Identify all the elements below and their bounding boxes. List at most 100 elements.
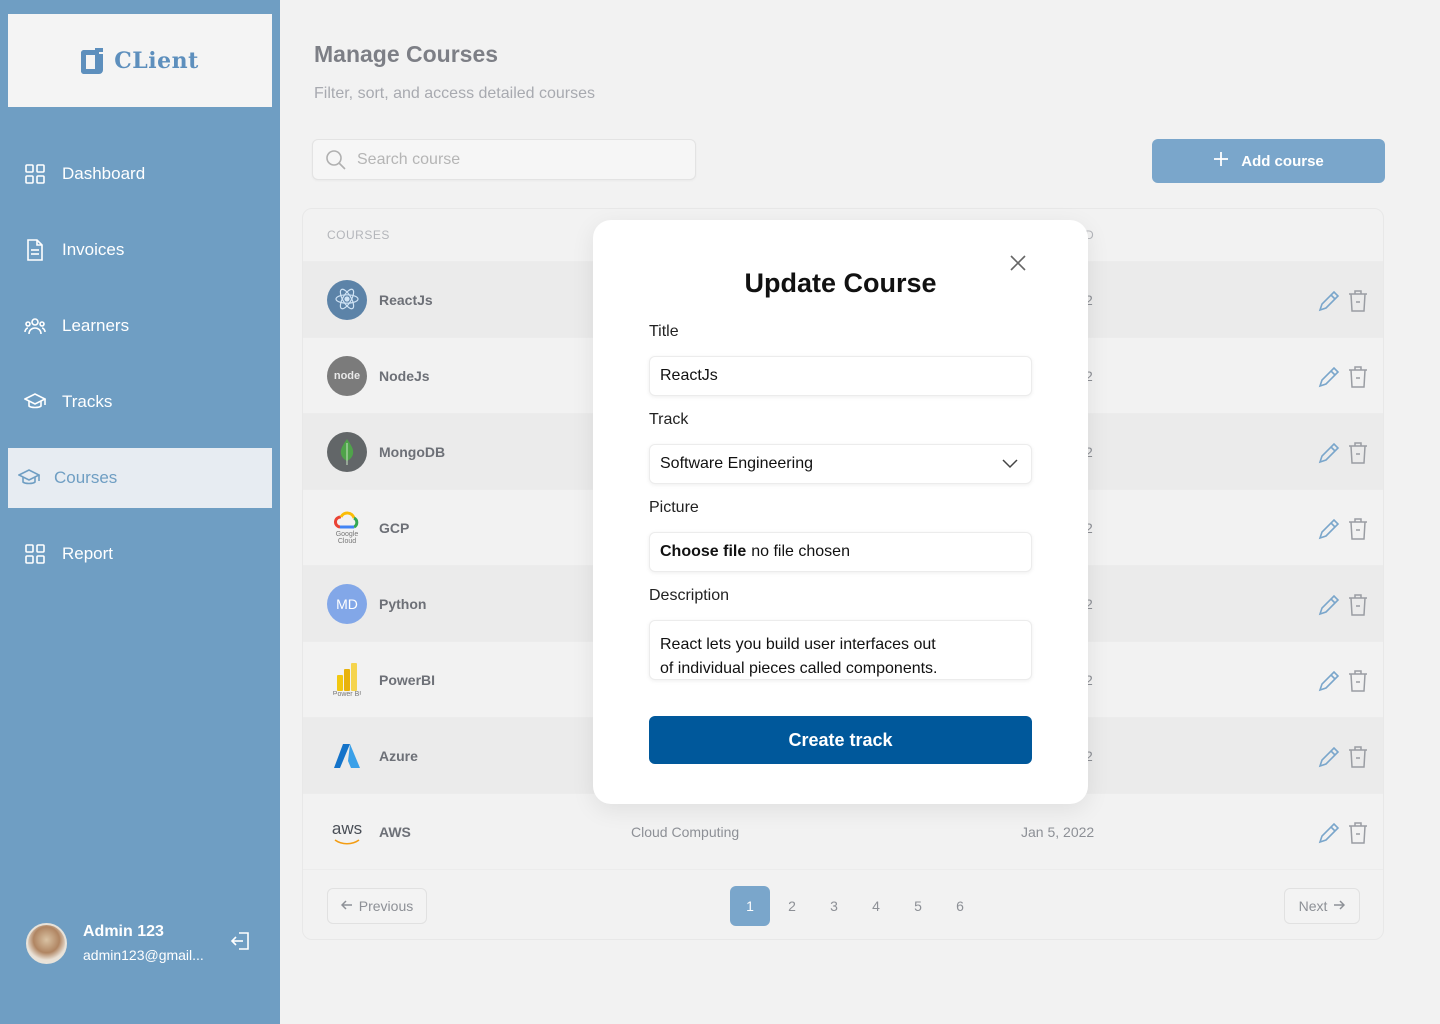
page-number-4[interactable]: 4 xyxy=(856,886,896,926)
pencil-icon[interactable] xyxy=(1317,593,1341,617)
search-bar xyxy=(312,139,696,180)
sidebar-item-label: Tracks xyxy=(62,392,113,411)
avatar[interactable] xyxy=(26,922,67,964)
track-select-value: Software Engineering xyxy=(660,455,813,472)
node-logo-icon: node xyxy=(327,356,367,396)
sidebar-item-label: Courses xyxy=(54,468,118,487)
user-name: Admin 123 xyxy=(83,923,164,940)
sidebar-item-invoices[interactable]: Invoices xyxy=(8,220,272,280)
picture-file-input[interactable]: Choose file no file chosen xyxy=(649,532,1032,572)
logo-icon xyxy=(81,47,111,74)
azure-logo-icon xyxy=(327,736,367,776)
sidebar-item-tracks[interactable]: Tracks xyxy=(8,372,272,432)
track-select[interactable]: Software Engineering xyxy=(649,444,1032,484)
file-status: no file chosen xyxy=(751,543,850,560)
track-label: Track xyxy=(649,411,689,428)
sidebar-item-report[interactable]: Report xyxy=(8,524,272,584)
mongodb-logo-icon xyxy=(327,432,367,472)
trash-icon[interactable] xyxy=(1347,593,1369,617)
sidebar-item-label: Dashboard xyxy=(62,164,146,183)
add-course-button[interactable]: Add course xyxy=(1152,139,1385,183)
create-track-button[interactable]: Create track xyxy=(649,716,1032,764)
modal-title: Update Course xyxy=(744,268,937,298)
course-name: NodeJs xyxy=(379,368,430,384)
sidebar-item-label: Invoices xyxy=(62,240,125,259)
sidebar: CLient Dashboard Invoices Learners Track… xyxy=(0,0,280,1024)
course-name: MongoDB xyxy=(379,444,446,460)
users-icon xyxy=(24,315,46,337)
page-number-5[interactable]: 5 xyxy=(898,886,938,926)
sidebar-item-courses[interactable]: Courses xyxy=(8,448,272,508)
next-page-button[interactable]: Next xyxy=(1284,888,1360,924)
logout-icon[interactable] xyxy=(230,930,254,954)
table-row[interactable]: aws AWS Cloud Computing Jan 5, 2022 xyxy=(303,793,1383,869)
grid-icon xyxy=(24,163,46,185)
pencil-icon[interactable] xyxy=(1317,365,1341,389)
arrow-left-icon xyxy=(340,898,353,914)
sidebar-item-label: Learners xyxy=(62,316,130,335)
description-line: React lets you build user interfaces out xyxy=(660,636,936,653)
picture-label: Picture xyxy=(649,499,699,516)
graduation-cap-icon xyxy=(24,391,46,413)
react-logo-icon xyxy=(327,280,367,320)
trash-icon[interactable] xyxy=(1347,745,1369,769)
course-date: Jan 5, 2022 xyxy=(1021,824,1095,840)
page-number-1[interactable]: 1 xyxy=(730,886,770,926)
pencil-icon[interactable] xyxy=(1317,669,1341,693)
search-input[interactable] xyxy=(357,150,657,169)
pencil-icon[interactable] xyxy=(1317,745,1341,769)
pencil-icon[interactable] xyxy=(1317,517,1341,541)
sidebar-item-dashboard[interactable]: Dashboard xyxy=(8,144,272,204)
user-email: admin123@gmail... xyxy=(83,947,204,963)
chevron-down-icon xyxy=(1001,457,1019,471)
page-title: Manage Courses xyxy=(314,41,499,67)
course-name: Azure xyxy=(379,748,418,764)
page-number-6[interactable]: 6 xyxy=(940,886,980,926)
course-name: GCP xyxy=(379,520,410,536)
course-name: PowerBI xyxy=(379,672,436,688)
arrow-right-icon xyxy=(1333,898,1346,914)
document-icon xyxy=(24,239,46,261)
course-name: AWS xyxy=(379,824,411,840)
powerbi-logo-icon: Power BI xyxy=(327,660,367,700)
sidebar-item-label: Report xyxy=(62,544,114,563)
pencil-icon[interactable] xyxy=(1317,289,1341,313)
title-label: Title xyxy=(649,323,679,340)
table-divider xyxy=(303,869,1383,870)
page-number-3[interactable]: 3 xyxy=(814,886,854,926)
pencil-icon[interactable] xyxy=(1317,441,1341,465)
avatar: MD xyxy=(327,584,367,624)
graduation-cap-icon xyxy=(18,467,40,489)
course-name: ReactJs xyxy=(379,292,433,308)
course-track: Cloud Computing xyxy=(631,824,740,840)
trash-icon[interactable] xyxy=(1347,289,1369,313)
title-field xyxy=(649,356,1032,396)
google-cloud-logo-icon: Google Cloud xyxy=(327,508,367,548)
aws-logo-icon: aws xyxy=(327,812,367,852)
previous-page-button[interactable]: Previous xyxy=(327,888,427,924)
grid-icon xyxy=(24,543,46,565)
update-course-modal: Update Course Title Track Software Engin… xyxy=(593,220,1088,804)
logo[interactable]: CLient xyxy=(8,14,272,107)
trash-icon[interactable] xyxy=(1347,517,1369,541)
choose-file-button[interactable]: Choose file xyxy=(660,543,746,561)
pencil-icon[interactable] xyxy=(1317,821,1341,845)
page-subtitle: Filter, sort, and access detailed course… xyxy=(314,85,596,102)
logo-text: CLient xyxy=(114,47,199,74)
description-line: of individual pieces called components. xyxy=(660,660,938,677)
user-profile: Admin 123 admin123@gmail... xyxy=(26,916,266,970)
search-icon xyxy=(325,149,347,171)
description-label: Description xyxy=(649,587,730,604)
page-number-2[interactable]: 2 xyxy=(772,886,812,926)
sidebar-item-learners[interactable]: Learners xyxy=(8,296,272,356)
trash-icon[interactable] xyxy=(1347,669,1369,693)
column-header-courses: COURSES xyxy=(327,228,390,242)
course-name: Python xyxy=(379,596,427,612)
trash-icon[interactable] xyxy=(1347,365,1369,389)
trash-icon[interactable] xyxy=(1347,441,1369,465)
title-input[interactable] xyxy=(660,367,1031,385)
next-label: Next xyxy=(1298,898,1328,914)
trash-icon[interactable] xyxy=(1347,821,1369,845)
description-textarea[interactable]: React lets you build user interfaces out… xyxy=(649,620,1032,680)
previous-label: Previous xyxy=(358,898,414,914)
